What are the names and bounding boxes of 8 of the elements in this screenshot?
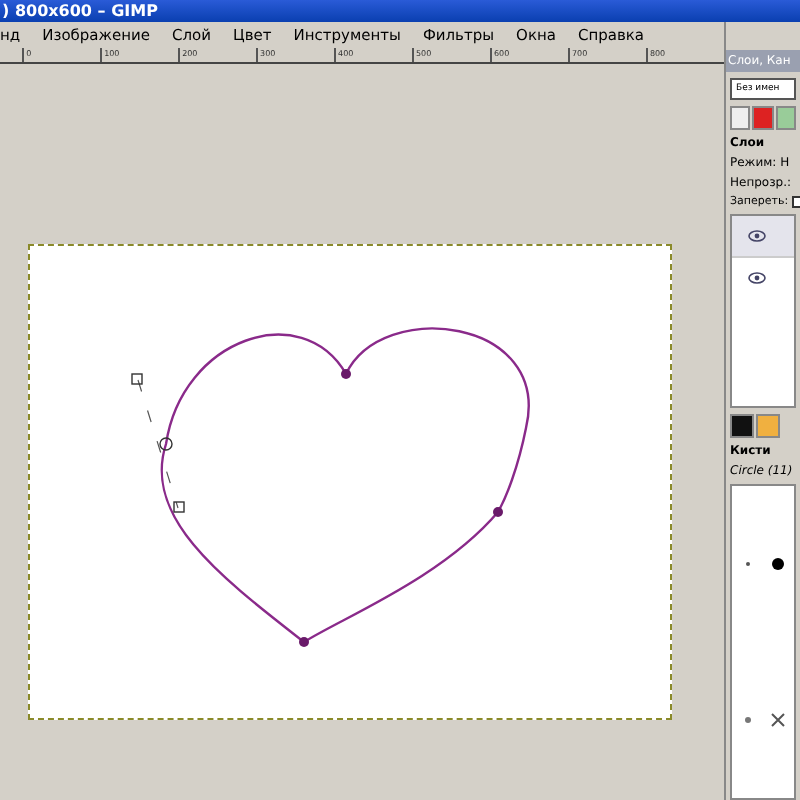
eye-icon[interactable]: [748, 272, 766, 284]
heart-path-drawing[interactable]: [131, 327, 530, 647]
brush-icon: [739, 712, 756, 728]
brush-icon: [770, 712, 787, 728]
brush-grid[interactable]: [730, 484, 796, 800]
eye-icon[interactable]: [748, 230, 766, 242]
layer-row[interactable]: [732, 216, 794, 258]
window-title: ) 800x600 – GIMP: [0, 0, 800, 22]
